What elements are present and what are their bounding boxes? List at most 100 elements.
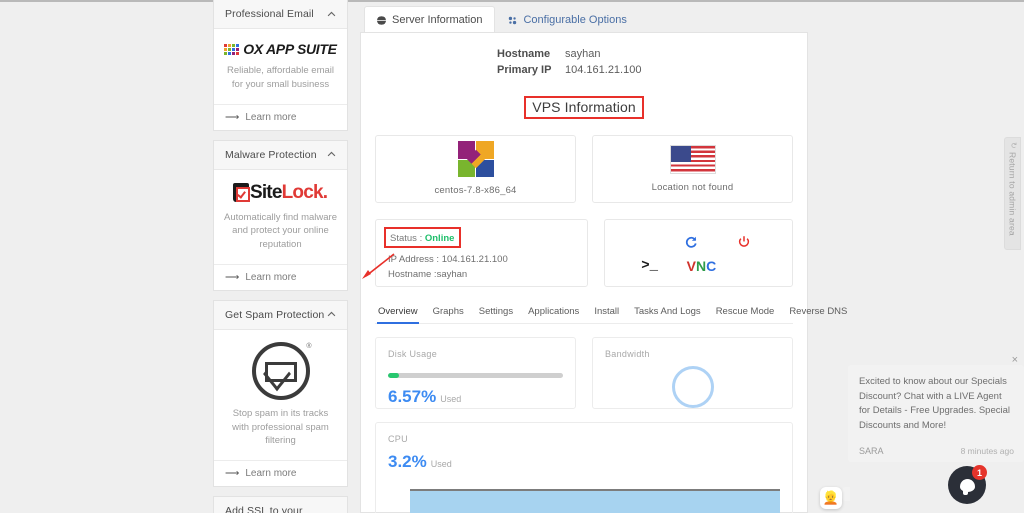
- ip-address-line: IP Address : 104.161.21.100: [388, 253, 575, 268]
- status-card: Status : Online IP Address : 104.161.21.…: [375, 219, 588, 287]
- panel-header[interactable]: Professional Email: [214, 0, 347, 29]
- unread-badge: 1: [972, 465, 987, 480]
- tab-server-information[interactable]: Server Information: [364, 6, 495, 33]
- main-content: Server Information Configurable Options …: [360, 0, 808, 513]
- arrow-right-icon: ⟶: [225, 112, 239, 123]
- tab-label: Server Information: [392, 14, 482, 26]
- cpu-suffix: Used: [431, 459, 452, 469]
- power-icon: [737, 235, 751, 249]
- vps-information-heading-wrap: VPS Information: [375, 96, 793, 119]
- avatar: 👱: [820, 487, 842, 509]
- console-action-button[interactable]: >_: [641, 259, 658, 273]
- actions-row-1: [605, 233, 792, 255]
- sitelock-logo: Site Lock .: [223, 182, 338, 204]
- promo-sidebar: Professional Email OX APP SUITE Reliable…: [213, 0, 348, 513]
- panel-footer[interactable]: ⟶ Learn more: [214, 264, 347, 290]
- panel-title: Professional Email: [225, 8, 314, 20]
- status-value: Online: [425, 233, 455, 244]
- hostname-value: sayhan: [565, 47, 600, 63]
- subtab-rescue-mode[interactable]: Rescue Mode: [715, 303, 776, 323]
- chat-bubble-tail: [842, 487, 850, 501]
- status-badge: Status : Online: [384, 227, 461, 248]
- subtab-tasks-and-logs[interactable]: Tasks And Logs: [633, 303, 702, 323]
- vps-information-heading: VPS Information: [524, 96, 643, 119]
- subtab-overview[interactable]: Overview: [377, 303, 419, 323]
- vps-top-cards: centos-7.8-x86_64 Location not found: [375, 135, 793, 203]
- right-rail: ↻ Return to admin area × Excited to know…: [808, 0, 1024, 513]
- subtab-graphs[interactable]: Graphs: [432, 303, 465, 323]
- primary-ip-value: 104.161.21.100: [565, 63, 641, 79]
- hostname-row: Hostname sayhan: [497, 47, 793, 63]
- refresh-small-icon: ↻: [1009, 142, 1018, 149]
- disk-usage-label: Disk Usage: [388, 349, 563, 359]
- us-flag-icon: [670, 145, 716, 174]
- reload-icon: [684, 235, 698, 249]
- disk-usage-bar-track: [388, 373, 563, 378]
- panel-body: ® Stop spam in its tracks with professio…: [214, 330, 347, 460]
- chat-message: Excited to know about our Specials Disco…: [859, 375, 1014, 434]
- server-information-panel: Hostname sayhan Primary IP 104.161.21.10…: [360, 32, 808, 513]
- hostname-line: Hostname :sayhan: [388, 268, 575, 283]
- panel-spam-protection: Get Spam Protection ® Stop spam in its t…: [213, 300, 348, 487]
- cpu-value: 3.2%: [388, 452, 427, 472]
- chevron-up-icon[interactable]: [326, 9, 337, 20]
- location-card: Location not found: [592, 135, 793, 203]
- arrow-right-icon: ⟶: [225, 272, 239, 283]
- disk-usage-value: 6.57%: [388, 387, 436, 407]
- subtab-settings[interactable]: Settings: [478, 303, 514, 323]
- vps-bottom-cards: Status : Online IP Address : 104.161.21.…: [375, 219, 793, 287]
- tab-label: Configurable Options: [523, 14, 626, 26]
- cpu-usage-graph: [410, 489, 780, 513]
- panel-title: Add SSL to your website: [225, 505, 327, 513]
- bandwidth-donut-chart: [672, 366, 714, 408]
- chevron-up-icon[interactable]: [326, 149, 337, 160]
- reboot-action-button[interactable]: [684, 235, 698, 252]
- os-label: centos-7.8-x86_64: [434, 185, 516, 196]
- power-action-button[interactable]: [737, 235, 751, 252]
- location-label: Location not found: [652, 182, 734, 193]
- subtab-install[interactable]: Install: [593, 303, 620, 323]
- panel-header[interactable]: Get Spam Protection: [214, 301, 347, 330]
- os-card: centos-7.8-x86_64: [375, 135, 576, 203]
- sitelock-brand-site: Site: [250, 182, 282, 204]
- panel-header[interactable]: Add SSL to your website: [214, 497, 347, 513]
- arrow-right-icon: ⟶: [225, 468, 239, 479]
- panel-professional-email: Professional Email OX APP SUITE Reliable…: [213, 0, 348, 131]
- promo-description: Stop spam in its tracks with professiona…: [223, 407, 338, 448]
- panel-body: Site Lock . Automatically find malware a…: [214, 170, 347, 264]
- panel-malware-protection: Malware Protection Site Lock . Automatic…: [213, 140, 348, 291]
- hostname-label: Hostname: [497, 47, 565, 63]
- learn-more-link[interactable]: Learn more: [245, 468, 296, 479]
- disk-usage-card: Disk Usage 6.57% Used: [375, 337, 576, 409]
- vnc-action-button[interactable]: VNC: [687, 259, 717, 273]
- sitelock-brand-lock: Lock: [282, 182, 323, 204]
- subtab-applications[interactable]: Applications: [527, 303, 580, 323]
- chat-notification-card: × Excited to know about our Specials Dis…: [848, 365, 1024, 462]
- centos-logo-icon: [458, 141, 494, 177]
- panel-title: Malware Protection: [225, 149, 317, 161]
- panel-header[interactable]: Malware Protection: [214, 141, 347, 170]
- chat-launcher-button[interactable]: 1: [948, 466, 986, 504]
- learn-more-link[interactable]: Learn more: [245, 112, 296, 123]
- chat-footer: SARA 8 minutes ago: [859, 446, 1014, 456]
- panel-body: OX APP SUITE Reliable, affordable email …: [214, 29, 347, 104]
- tab-strip: Server Information Configurable Options: [360, 0, 808, 32]
- globe-icon: [376, 15, 387, 26]
- chat-agent-name: SARA: [859, 446, 884, 456]
- panel-footer[interactable]: ⟶ Learn more: [214, 104, 347, 130]
- server-actions-card: >_ VNC: [604, 219, 793, 287]
- primary-ip-label: Primary IP: [497, 63, 565, 79]
- disk-usage-bar-fill: [388, 373, 399, 378]
- tab-configurable-options[interactable]: Configurable Options: [495, 6, 639, 33]
- close-icon[interactable]: ×: [1012, 354, 1018, 366]
- ox-app-suite-logo: OX APP SUITE: [223, 41, 338, 57]
- panel-footer[interactable]: ⟶ Learn more: [214, 460, 347, 486]
- shield-check-icon: [233, 183, 249, 202]
- return-to-admin-area-tab[interactable]: ↻ Return to admin area: [1004, 137, 1021, 250]
- chevron-up-icon[interactable]: [326, 309, 337, 320]
- bandwidth-card: Bandwidth: [592, 337, 793, 409]
- cpu-label: CPU: [388, 434, 780, 444]
- disk-usage-suffix: Used: [440, 394, 461, 404]
- annotation-arrow-icon: [358, 250, 398, 282]
- learn-more-link[interactable]: Learn more: [245, 272, 296, 283]
